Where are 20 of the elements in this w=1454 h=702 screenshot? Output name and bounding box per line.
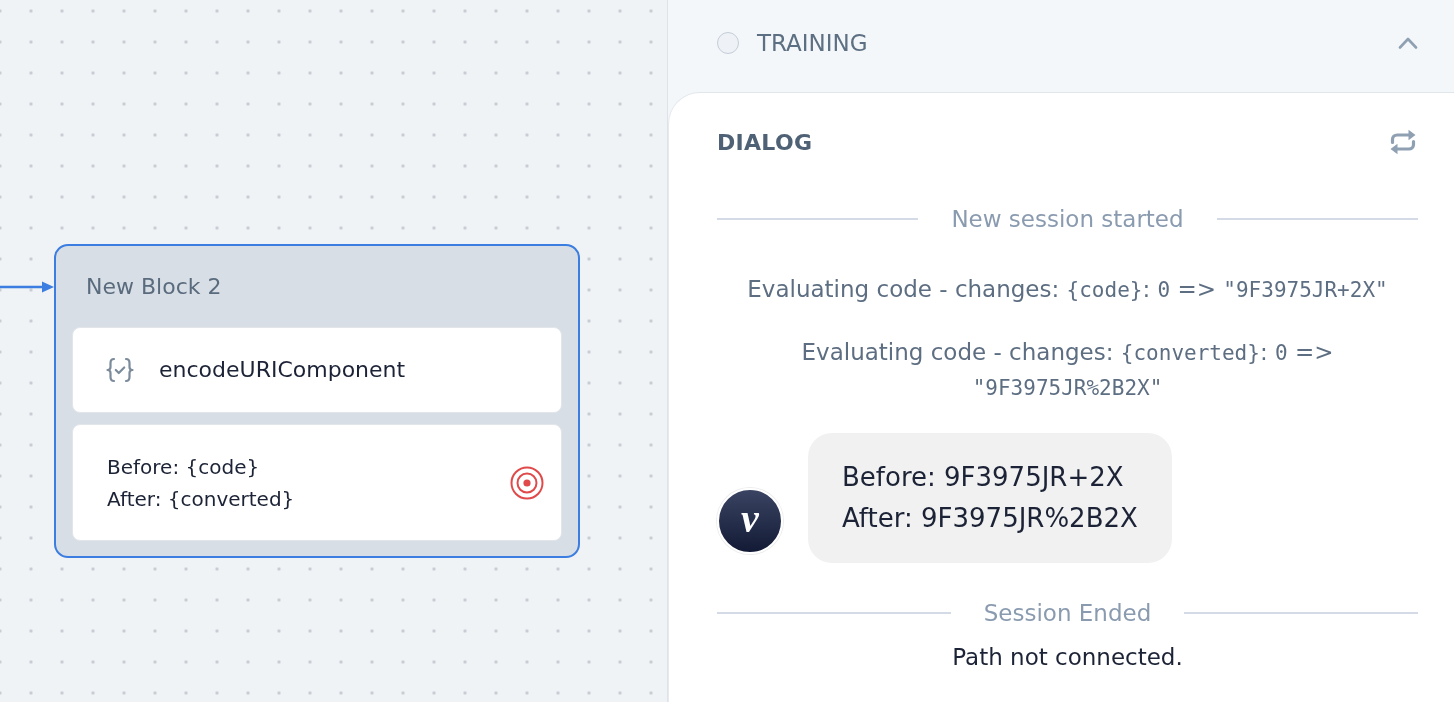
flow-block[interactable]: New Block 2 encodeURIComponent Before: {code} After: {converted}: [54, 244, 580, 558]
divider-label: Session Ended: [982, 599, 1153, 628]
step-label: encodeURIComponent: [159, 356, 406, 384]
block-title: New Block 2: [85, 273, 222, 301]
target-icon: [510, 465, 544, 500]
log-message: Evaluating code - changes: {converted}: 0 => "9F3975JR%2B2X": [800, 338, 1335, 402]
chevron-up-icon[interactable]: [1398, 37, 1418, 49]
bot-avatar: v: [717, 488, 783, 554]
radio-button[interactable]: [717, 32, 739, 54]
log-message: Evaluating code - changes: {code}: 0 => "9F3975JR+2X": [747, 275, 1388, 304]
connector-arrow: [0, 280, 54, 294]
section-title: TRAINING: [757, 29, 868, 58]
bot-message: Before: 9F3975JR+2X After: 9F3975JR%2B2X: [808, 433, 1172, 563]
notice-text: Path not connected.: [951, 643, 1184, 672]
text-step[interactable]: Before: {code} After: {converted}: [72, 424, 562, 541]
code-braces-icon: [105, 357, 135, 383]
divider-label: New session started: [950, 205, 1185, 234]
dialog-title: DIALOG: [717, 129, 813, 155]
code-step[interactable]: encodeURIComponent: [72, 327, 562, 413]
step-text: Before: {code} After: {converted}: [107, 453, 295, 513]
